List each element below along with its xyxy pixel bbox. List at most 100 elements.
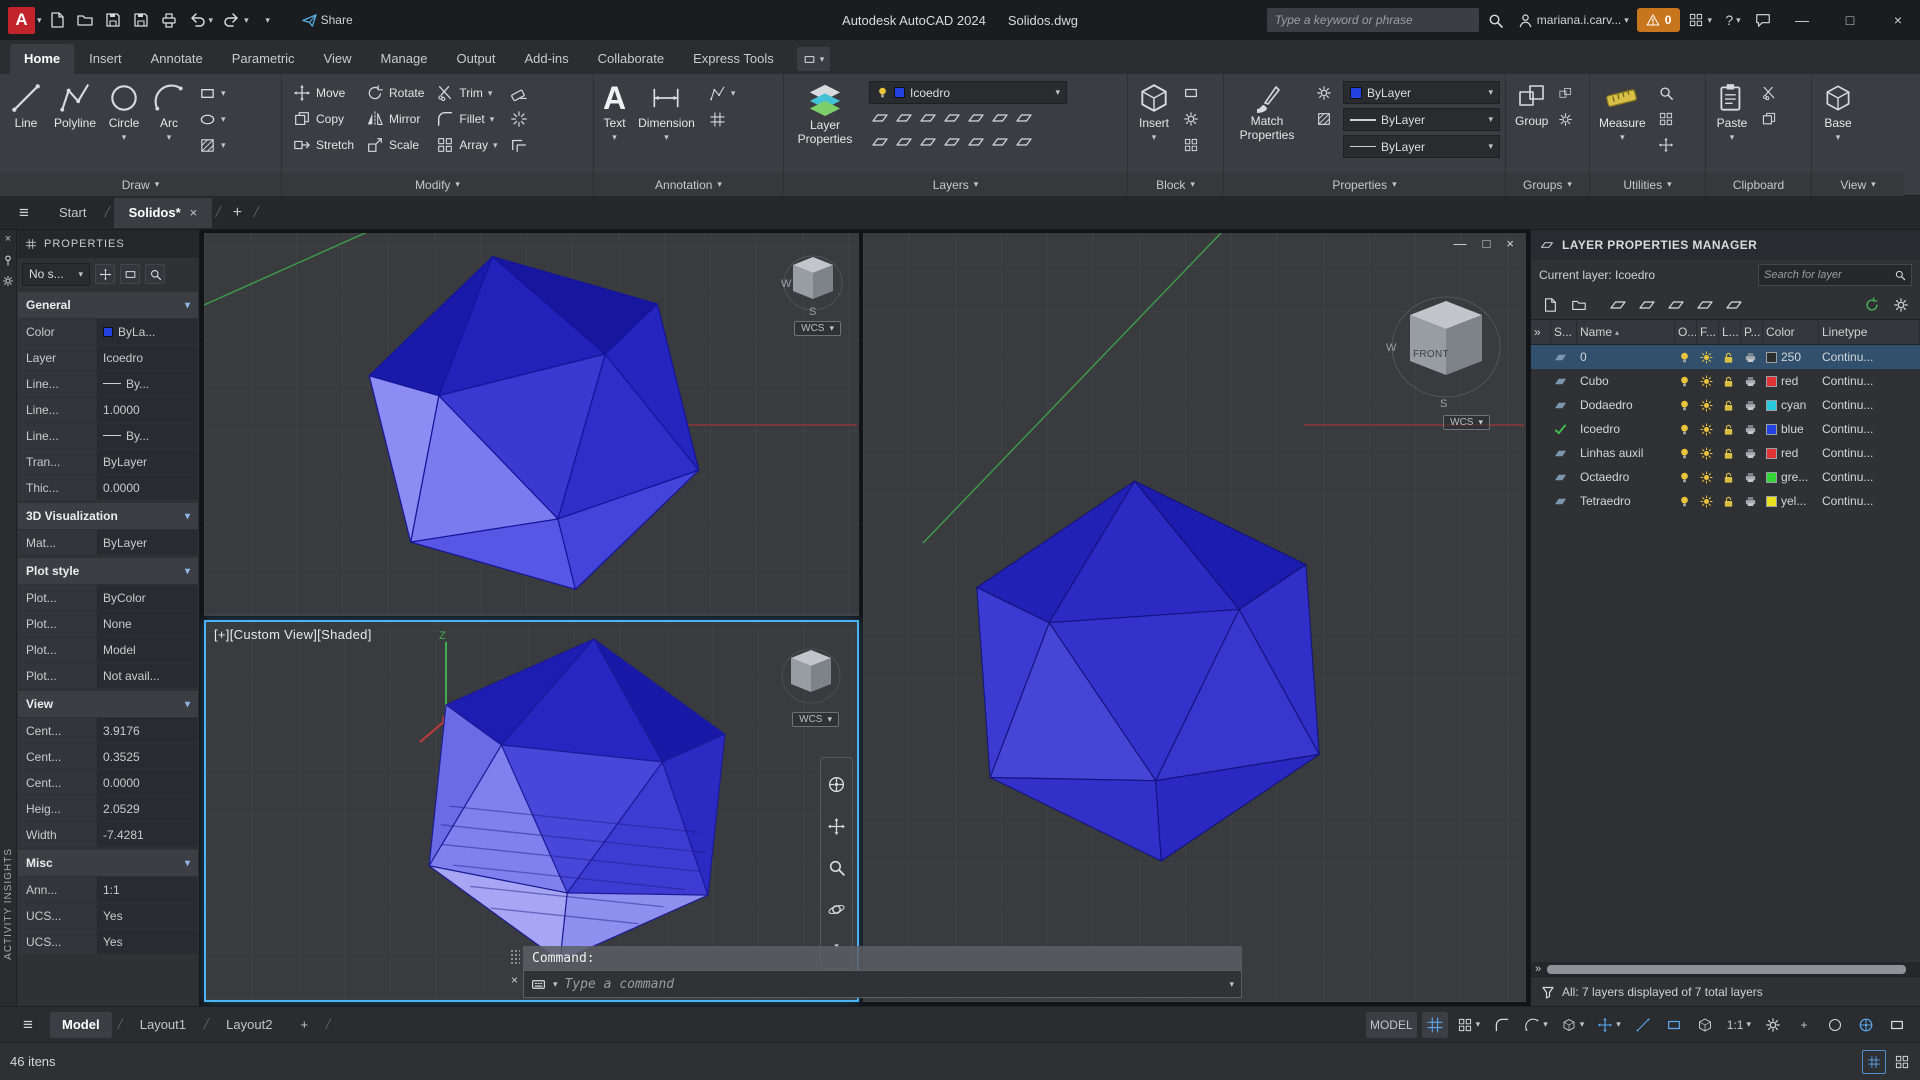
layer-freeze-icon[interactable] (1700, 375, 1713, 388)
layer-freeze-icon[interactable] (1700, 495, 1713, 508)
open-button[interactable] (72, 6, 98, 34)
palette-close-icon[interactable]: × (5, 234, 11, 245)
layer-row-current[interactable]: Icoedro blue Continu... (1531, 417, 1920, 441)
tab-model[interactable]: Model (50, 1012, 112, 1038)
command-customize-icon[interactable] (531, 977, 546, 992)
orbit-icon[interactable] (827, 900, 846, 919)
expand-filter-icon[interactable]: » (1531, 320, 1551, 344)
layer-vpfreeze-icon[interactable] (991, 133, 1009, 151)
quick-select-button[interactable] (145, 264, 165, 284)
feedback-button[interactable] (1750, 6, 1776, 34)
layer-search-input[interactable] (1764, 269, 1890, 281)
plot-button[interactable] (156, 6, 182, 34)
layer-plot-icon[interactable] (1744, 351, 1757, 364)
prop-row-layer[interactable]: LayerIcoedro (18, 345, 198, 370)
tab-layout2[interactable]: Layout2 (214, 1012, 284, 1038)
new-drawing-button[interactable] (44, 6, 70, 34)
refresh-button[interactable] (1861, 294, 1883, 316)
layer-plot-icon[interactable] (1744, 423, 1757, 436)
rotate-tool[interactable]: Rotate (362, 82, 428, 104)
grid-view-icon[interactable] (1862, 1050, 1886, 1074)
col-freeze[interactable]: F... (1697, 320, 1719, 344)
search-icon[interactable] (1483, 6, 1509, 34)
insert-block-button[interactable]: Insert▾ (1133, 78, 1175, 171)
layer-lock-icon[interactable] (943, 109, 961, 127)
tab-collaborate[interactable]: Collaborate (584, 44, 679, 74)
help-button[interactable]: ?▾ (1720, 6, 1746, 34)
properties-palette-header[interactable]: PROPERTIES (17, 230, 199, 258)
array-tool[interactable]: Array▾ (432, 134, 501, 156)
linetype-dropdown[interactable]: ByLayer▾ (1343, 135, 1500, 158)
prop-row-center-x[interactable]: Cent...3.9176 (18, 718, 198, 743)
wcs-dropdown[interactable]: WCS▾ (792, 712, 839, 727)
viewcube-front-face[interactable]: FRONT (1413, 349, 1449, 360)
layer-plot-icon[interactable] (1744, 447, 1757, 460)
transparency-icon[interactable] (1312, 108, 1336, 130)
layer-plot-icon[interactable] (1744, 471, 1757, 484)
layer-row[interactable]: Dodaedro cyan Continu... (1531, 393, 1920, 417)
section-plot-style[interactable]: Plot style▾ (18, 558, 198, 584)
invert-filter-icon[interactable] (1541, 985, 1555, 999)
layer-settings-button[interactable] (1890, 294, 1912, 316)
help-search-input[interactable] (1275, 13, 1471, 27)
snap-mode-icon[interactable]: ▾ (1453, 1012, 1485, 1038)
col-color[interactable]: Color (1763, 320, 1819, 344)
line-tool[interactable]: Line (5, 78, 47, 171)
block-panel-label[interactable]: Block▾ (1128, 173, 1223, 196)
layer-freeze-icon[interactable] (1700, 471, 1713, 484)
prop-row-linetype[interactable]: Line...By... (18, 371, 198, 396)
layer-lock-icon[interactable] (1722, 399, 1735, 412)
lineweight-dropdown[interactable]: ByLayer▾ (1343, 108, 1500, 131)
prop-row-width[interactable]: Width-7.4281 (18, 822, 198, 847)
expand-filter-tree-icon[interactable]: » (1535, 963, 1541, 975)
doc-restore-icon[interactable]: □ (1483, 236, 1491, 251)
layer-lock-icon[interactable] (1722, 447, 1735, 460)
layout-menu-button[interactable]: ≡ (10, 1011, 46, 1039)
prop-row-thickness[interactable]: Thic...0.0000 (18, 475, 198, 500)
viewport-controls-label[interactable]: [+][Custom View][Shaded] (214, 627, 372, 642)
mirror-tool[interactable]: Mirror (362, 108, 428, 130)
make-current-layer-icon[interactable] (967, 109, 985, 127)
tab-annotate[interactable]: Annotate (137, 44, 217, 74)
clean-screen-icon[interactable] (1884, 1012, 1910, 1038)
view-panel-label[interactable]: View▾ (1812, 173, 1904, 196)
qat-customize-button[interactable]: ▾ (255, 6, 281, 34)
layer-lock-icon[interactable] (1722, 423, 1735, 436)
undo-button[interactable]: ▾ (184, 6, 218, 34)
layer-walk-icon[interactable] (967, 133, 985, 151)
zoom-icon[interactable] (827, 858, 846, 877)
command-line-grip[interactable] (510, 949, 520, 965)
compass-west[interactable]: W (1386, 342, 1397, 354)
hatch-tool[interactable]: ▾ (195, 134, 230, 156)
signin-button[interactable]: mariana.i.carv...▾ (1513, 6, 1633, 34)
new-group-filter-button[interactable] (1568, 294, 1590, 316)
icosahedron-model[interactable] (948, 471, 1348, 871)
layer-lock-icon[interactable] (1722, 471, 1735, 484)
edit-block-tool[interactable] (1179, 108, 1203, 130)
toggle-pickadd-button[interactable] (95, 264, 115, 284)
tab-insert[interactable]: Insert (75, 44, 136, 74)
layer-color-swatch[interactable] (1766, 496, 1777, 507)
ortho-mode-icon[interactable] (1489, 1012, 1515, 1038)
viewport-right[interactable]: W S FRONT WCS▾ (863, 233, 1526, 1002)
tab-solidos[interactable]: Solidos*× (114, 198, 213, 228)
activity-insights-tab[interactable]: ACTIVITY INSIGHTS (3, 848, 14, 960)
wcs-dropdown[interactable]: WCS▾ (1443, 415, 1490, 430)
viewport-bottom-left-active[interactable]: [+][Custom View][Shaded] Z Y (204, 620, 859, 1002)
properties-panel-label[interactable]: Properties▾ (1224, 173, 1505, 196)
quick-select-tool[interactable] (1654, 82, 1678, 104)
compass-south[interactable]: S (1440, 398, 1447, 409)
layer-color-swatch[interactable] (1766, 352, 1777, 363)
palette-menu-icon[interactable] (2, 275, 14, 287)
tab-layout1[interactable]: Layout1 (128, 1012, 198, 1038)
layer-color-swatch[interactable] (1766, 376, 1777, 387)
layer-previous-icon[interactable] (1015, 109, 1033, 127)
object-color-icon[interactable] (1312, 82, 1336, 104)
group-edit-tool[interactable] (1554, 108, 1577, 130)
layer-linetype[interactable]: Continu... (1819, 494, 1920, 508)
layer-color-swatch[interactable] (1766, 400, 1777, 411)
selection-cycling-icon[interactable] (1661, 1012, 1687, 1038)
customization-icon[interactable] (1760, 1012, 1786, 1038)
dynamic-ucs-icon[interactable] (1692, 1012, 1718, 1038)
col-lock[interactable]: L... (1719, 320, 1741, 344)
